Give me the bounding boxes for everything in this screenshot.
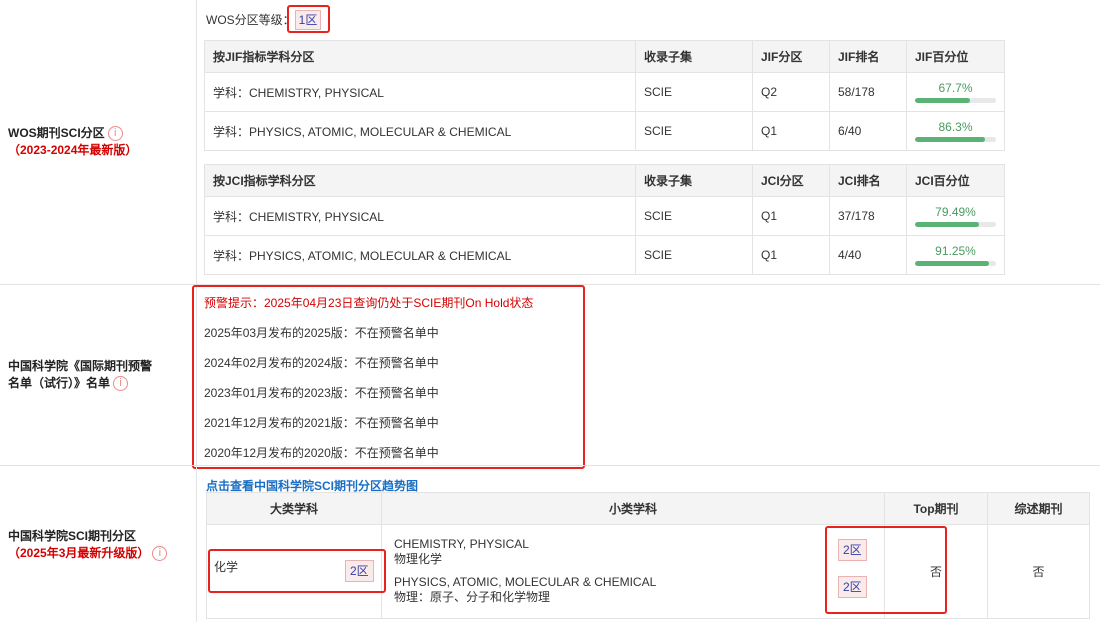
table-header: 按JIF指标学科分区 [204, 40, 636, 73]
rank-cell: 6/40 [829, 111, 907, 151]
wos-level-label: WOS分区等级： [206, 13, 295, 27]
warning-label: 中国科学院《国际期刊预警 名单（试行）》名单 i [0, 285, 197, 465]
quartile-cell: Q1 [752, 196, 830, 236]
table-header: 小类学科 [381, 492, 885, 525]
percentile-cell: 91.25% [906, 235, 1005, 275]
table-header: 大类学科 [206, 492, 382, 525]
table-row: 学科：CHEMISTRY, PHYSICAL SCIE Q2 58/178 67… [204, 72, 1005, 112]
table-header: 收录子集 [635, 40, 753, 73]
info-circle-icon[interactable]: i [152, 546, 168, 562]
cas-header-row: 大类学科 小类学科 Top期刊 综述期刊 [206, 492, 1090, 525]
jci-table: 按JCI指标学科分区 收录子集 JCI分区 JCI排名 JCI百分位 学科：CH… [204, 164, 1005, 275]
minor-subject-en: PHYSICS, ATOMIC, MOLECULAR & CHEMICAL [394, 575, 657, 589]
jci-header-row: 按JCI指标学科分区 收录子集 JCI分区 JCI排名 JCI百分位 [204, 164, 1005, 197]
minor-subject-cn: 物理：原子、分子和化学物理 [394, 590, 551, 604]
cas-label: 中国科学院SCI期刊分区 （2025年3月最新升级版） i [0, 466, 197, 622]
warning-section: 中国科学院《国际期刊预警 名单（试行）》名单 i 预警提示：2025年04月23日… [0, 284, 1100, 469]
table-header: 综述期刊 [987, 492, 1090, 525]
review-journal-cell: 否 [987, 524, 1090, 619]
subject-cell: 学科：PHYSICS, ATOMIC, MOLECULAR & CHEMICAL [204, 235, 636, 275]
minor-subject-item: CHEMISTRY, PHYSICAL 物理化学 [394, 537, 529, 567]
highlight-box [208, 549, 386, 593]
warning-line: 2023年01月发布的2023版：不在预警名单中 [204, 386, 439, 400]
info-circle-icon[interactable]: i [113, 376, 129, 392]
rank-cell: 37/178 [829, 196, 907, 236]
minor-subject-item: PHYSICS, ATOMIC, MOLECULAR & CHEMICAL 物理… [394, 575, 656, 605]
highlight-box [287, 5, 330, 33]
percentile-bar [915, 222, 996, 227]
wos-label-text: WOS期刊SCI分区 [8, 126, 105, 140]
percentile-cell: 79.49% [906, 196, 1005, 236]
warning-label-line2: 名单（试行）》名单 [8, 376, 111, 390]
warning-line: 2025年03月发布的2025版：不在预警名单中 [204, 326, 439, 340]
subset-cell: SCIE [635, 72, 753, 112]
minor-subject-cn: 物理化学 [394, 552, 443, 566]
table-header: JCI百分位 [906, 164, 1005, 197]
subject-cell: 学科：CHEMISTRY, PHYSICAL [204, 196, 636, 236]
table-header: JIF分区 [752, 40, 830, 73]
table-header: JIF排名 [829, 40, 907, 73]
minor-subject-cell: CHEMISTRY, PHYSICAL 物理化学 PHYSICS, ATOMIC… [381, 524, 885, 619]
warning-label-line1: 中国科学院《国际期刊预警 [8, 359, 153, 373]
rank-cell: 4/40 [829, 235, 907, 275]
subset-cell: SCIE [635, 196, 753, 236]
warning-line: 2024年02月发布的2024版：不在预警名单中 [204, 356, 439, 370]
quartile-cell: Q1 [752, 235, 830, 275]
percentile-text: 91.25% [935, 244, 976, 258]
cas-section: 中国科学院SCI期刊分区 （2025年3月最新升级版） i 点击查看中国科学院SC… [0, 465, 1100, 622]
percentile-bar [915, 261, 996, 266]
percentile-bar-fill [915, 222, 980, 227]
wos-label: WOS期刊SCI分区 i （2023-2024年最新版） [0, 0, 197, 284]
table-header: JCI排名 [829, 164, 907, 197]
percentile-text: 79.49% [935, 205, 976, 219]
table-row: 学科：PHYSICS, ATOMIC, MOLECULAR & CHEMICAL… [204, 111, 1005, 151]
table-header: 收录子集 [635, 164, 753, 197]
percentile-cell: 86.3% [906, 111, 1005, 151]
percentile-bar [915, 137, 996, 142]
percentile-bar [915, 98, 996, 103]
minor-subject-en: CHEMISTRY, PHYSICAL [394, 537, 529, 551]
subject-cell: 学科：PHYSICS, ATOMIC, MOLECULAR & CHEMICAL [204, 111, 636, 151]
rank-cell: 58/178 [829, 72, 907, 112]
percentile-bar-fill [915, 98, 970, 103]
quartile-cell: Q1 [752, 111, 830, 151]
highlight-box [192, 285, 585, 469]
wos-label-sub: （2023-2024年最新版） [8, 143, 138, 157]
percentile-text: 67.7% [938, 81, 973, 95]
table-row: 学科：CHEMISTRY, PHYSICAL SCIE Q1 37/178 79… [204, 196, 1005, 236]
cas-label-sub: （2025年3月最新升级版） [8, 546, 150, 560]
percentile-text: 86.3% [938, 120, 973, 134]
warning-line: 2021年12月发布的2021版：不在预警名单中 [204, 416, 439, 430]
table-header: JIF百分位 [906, 40, 1005, 73]
subset-cell: SCIE [635, 235, 753, 275]
info-circle-icon[interactable]: i [107, 126, 123, 142]
wos-section: WOS期刊SCI分区 i （2023-2024年最新版） WOS分区等级： 1区 按… [0, 0, 1100, 285]
table-header: Top期刊 [884, 492, 988, 525]
warning-line: 预警提示：2025年04月23日查询仍处于SCIE期刊On Hold状态 [204, 296, 534, 310]
table-header: 按JCI指标学科分区 [204, 164, 636, 197]
highlight-box [825, 526, 947, 614]
subset-cell: SCIE [635, 111, 753, 151]
quartile-cell: Q2 [752, 72, 830, 112]
subject-cell: 学科：CHEMISTRY, PHYSICAL [204, 72, 636, 112]
cas-label-text: 中国科学院SCI期刊分区 [8, 529, 137, 543]
percentile-bar-fill [915, 137, 985, 142]
jif-header-row: 按JIF指标学科分区 收录子集 JIF分区 JIF排名 JIF百分位 [204, 40, 1005, 73]
percentile-bar-fill [915, 261, 989, 266]
warning-line: 2020年12月发布的2020版：不在预警名单中 [204, 446, 439, 460]
table-header: JCI分区 [752, 164, 830, 197]
jif-table: 按JIF指标学科分区 收录子集 JIF分区 JIF排名 JIF百分位 学科：CH… [204, 40, 1005, 151]
percentile-cell: 67.7% [906, 72, 1005, 112]
table-row: 学科：PHYSICS, ATOMIC, MOLECULAR & CHEMICAL… [204, 235, 1005, 275]
